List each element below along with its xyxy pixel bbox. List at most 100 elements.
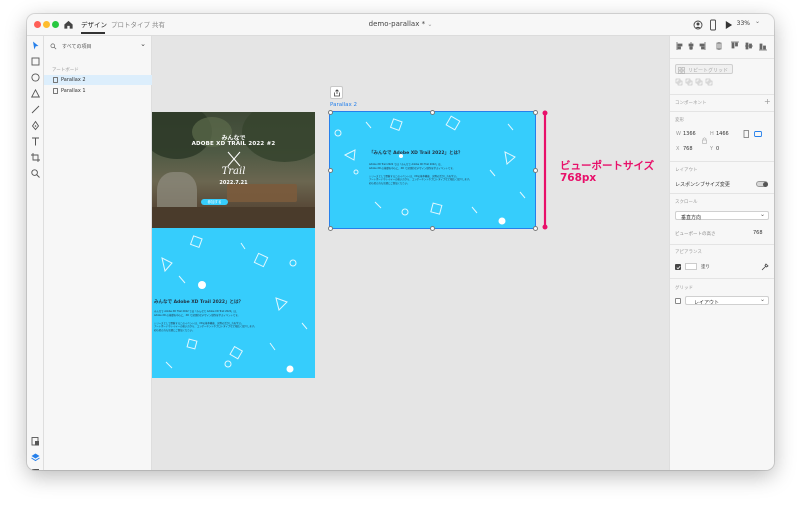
rectangle-tool-icon[interactable] (30, 56, 41, 67)
transform-section-label: 変形 (675, 118, 684, 123)
repeat-grid-button[interactable]: リピートグリッド (675, 64, 733, 74)
property-inspector: リピートグリッド コンポーネント + 変形 W 1366 H 1466 X 76… (669, 36, 774, 470)
repeat-grid-label: リピートグリッド (688, 68, 729, 74)
check-icon (676, 265, 681, 269)
viewport-height-label: ビューポートの高さ (675, 232, 716, 237)
hero-cta-button[interactable]: 参加する (201, 199, 228, 205)
fill-checkbox[interactable] (675, 264, 681, 270)
zoom-tool-icon[interactable] (30, 168, 41, 179)
title-bar: デザイン プロトタイプ 共有 demo-parallax * ⌄ 33% ⌄ (27, 14, 774, 36)
layers-panel: すべての項目 ⌄ アートボード Parallax 2 Parallax 1 (44, 36, 152, 470)
divider (670, 161, 774, 162)
grid-checkbox[interactable] (675, 298, 681, 304)
divider (670, 58, 774, 59)
artboard-parallax-1[interactable]: みんなで ADOBE XD TRAIL 2022 #2 Trail 2022.7… (152, 112, 315, 378)
active-tab-indicator (81, 32, 105, 34)
artboard2-body: Adobe XD Trail 2022 では「みんなで Adobe XD Tra… (369, 163, 529, 186)
resize-handle[interactable] (430, 109, 435, 115)
chevron-down-icon: ⌄ (427, 21, 433, 28)
viewport-annotation-label: ビューポートサイズ (560, 160, 655, 172)
boolean-ops-icons[interactable] (675, 78, 715, 86)
chevron-down-icon[interactable]: ⌄ (140, 40, 146, 48)
eyedropper-icon[interactable] (761, 263, 769, 271)
artboard-section-label: アートボード (52, 68, 79, 73)
scroll-direction-select[interactable]: 垂直方向 ⌄ (675, 211, 769, 221)
mobile-preview-icon[interactable] (709, 19, 717, 31)
layer-item-label: Parallax 2 (61, 77, 86, 83)
divider (670, 94, 774, 95)
viewport-height-input[interactable]: 768 (753, 230, 763, 236)
y-input[interactable]: 0 (716, 146, 719, 152)
x-input[interactable]: 768 (683, 146, 693, 152)
layout-section-label: レイアウト (675, 168, 698, 173)
divider (670, 278, 774, 279)
play-icon[interactable] (724, 19, 733, 31)
viewport-height-marker (542, 110, 548, 230)
user-icon[interactable] (693, 19, 703, 31)
zoom-chevron-icon[interactable]: ⌄ (755, 18, 760, 25)
polygon-tool-icon[interactable] (30, 88, 41, 99)
layer-item-label: Parallax 1 (61, 88, 86, 94)
hero-title-line2: ADOBE XD TRAIL 2022 #2 (191, 141, 276, 147)
assets-icon[interactable] (30, 436, 41, 447)
artboard1-body: みんなで Adobe XD Trail 2022 では「みんなで Adobe X… (154, 310, 312, 333)
export-artboard-button[interactable] (330, 86, 343, 99)
responsive-resize-toggle[interactable] (756, 181, 768, 187)
body-line: 初心者の方も気軽にご参加ください。 (154, 329, 195, 333)
search-icon (50, 43, 57, 50)
zoom-level[interactable]: 33% (737, 20, 750, 27)
landscape-icon[interactable] (754, 130, 762, 138)
layer-search[interactable]: すべての項目 ⌄ (48, 40, 148, 52)
component-section-label: コンポーネント (675, 101, 707, 106)
artboard2-label[interactable]: Parallax 2 (330, 102, 357, 108)
pen-tool-icon[interactable] (30, 120, 41, 131)
hero-photo: みんなで ADOBE XD TRAIL 2022 #2 Trail 2022.7… (152, 112, 315, 228)
align-icons[interactable] (675, 41, 771, 51)
artboard1-blue-section: みんなで Adobe XD Trail 2022」とは？ みんなで Adobe … (152, 228, 315, 378)
body-line: 初心者の方も気軽にご参加ください。 (369, 182, 410, 186)
layers-icon[interactable] (30, 452, 41, 463)
width-label: W (676, 131, 681, 137)
align-toolbar (675, 41, 771, 51)
height-label: H (710, 131, 714, 137)
repeat-grid-icon (678, 66, 685, 74)
plugins-icon[interactable] (30, 468, 41, 470)
responsive-resize-label: レスポンシブサイズ変更 (675, 182, 730, 188)
resize-handle[interactable] (327, 225, 333, 231)
line-tool-icon[interactable] (30, 104, 41, 115)
select-tool-icon[interactable] (30, 40, 41, 51)
resize-handle[interactable] (532, 167, 538, 173)
layer-item-parallax-2[interactable]: Parallax 2 (44, 75, 152, 85)
hero-script: Trail (221, 166, 246, 177)
scroll-section-label: スクロール (675, 200, 698, 205)
text-tool-icon[interactable] (30, 136, 41, 147)
artboard1-heading: みんなで Adobe XD Trail 2022」とは？ (154, 300, 243, 305)
resize-handle[interactable] (327, 167, 333, 173)
add-component-icon[interactable]: + (764, 97, 771, 106)
resize-handle[interactable] (430, 225, 435, 231)
design-canvas[interactable]: みんなで ADOBE XD TRAIL 2022 #2 Trail 2022.7… (152, 36, 669, 470)
chevron-down-icon: ⌄ (759, 296, 765, 303)
grid-type-select[interactable]: レイアウト ⌄ (685, 296, 769, 306)
hero-date: 2022.7.21 (219, 180, 248, 186)
chevron-down-icon: ⌄ (759, 211, 765, 218)
layer-item-parallax-1[interactable]: Parallax 1 (44, 86, 152, 96)
resize-handle[interactable] (532, 109, 538, 115)
resize-handle[interactable] (327, 109, 333, 115)
divider (670, 193, 774, 194)
fill-color-swatch[interactable] (685, 263, 697, 270)
lock-aspect-icon[interactable] (702, 137, 707, 144)
width-input[interactable]: 1366 (683, 131, 696, 137)
ellipse-tool-icon[interactable] (30, 72, 41, 83)
portrait-icon[interactable] (742, 130, 750, 138)
grid-type-value: レイアウト (694, 299, 720, 306)
resize-handle[interactable] (532, 225, 538, 231)
divider (670, 111, 774, 112)
artboard-tool-icon[interactable] (30, 152, 41, 163)
search-input[interactable]: すべての項目 (62, 43, 91, 50)
document-title[interactable]: demo-parallax * ⌄ (27, 20, 774, 28)
artboard-parallax-2[interactable]: 「みんなで Adobe XD Trail 2022」とは？ Adobe XD T… (329, 111, 536, 229)
height-input[interactable]: 1466 (716, 131, 729, 137)
share-icon (334, 89, 340, 97)
grid-section-label: グリッド (675, 286, 693, 291)
